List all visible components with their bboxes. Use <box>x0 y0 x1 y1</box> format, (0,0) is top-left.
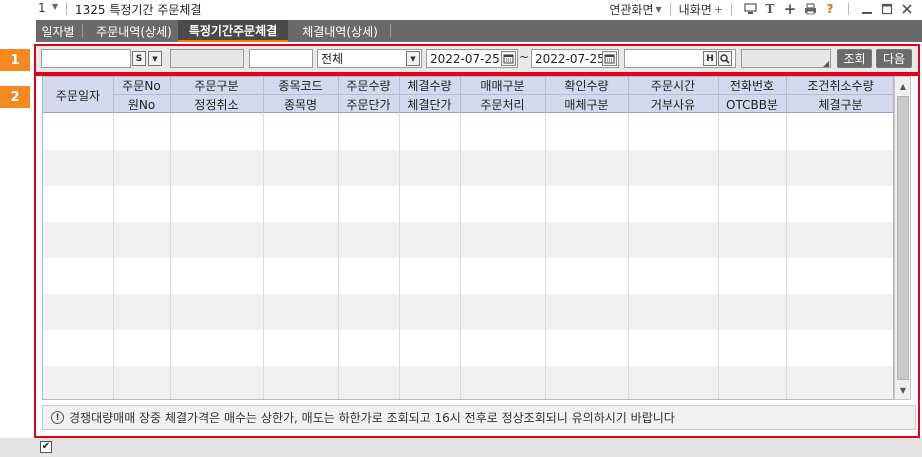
grid-line <box>263 113 264 399</box>
tab-divider <box>82 24 83 38</box>
col-media-type[interactable]: 매체구분 <box>545 95 628 113</box>
calendar-icon[interactable] <box>602 51 617 66</box>
query-button[interactable]: 조회 <box>837 49 872 68</box>
col-stock-code[interactable]: 종목코드 <box>263 77 338 94</box>
grid-line <box>170 113 171 399</box>
col-otcbb[interactable]: OTCBB분 <box>718 95 786 113</box>
status-bar <box>0 438 922 457</box>
window-number[interactable]: 1 <box>38 1 46 15</box>
tab-order-detail[interactable]: 주문내역(상세) <box>88 20 180 42</box>
col-trade-type[interactable]: 매매구분 <box>460 77 545 94</box>
my-screen-label: 내화면 <box>678 2 712 17</box>
toolbar-divider <box>731 3 732 15</box>
account-dropdown-button[interactable]: ▼ <box>148 51 162 66</box>
grid-line <box>338 113 339 399</box>
col-exec-type[interactable]: 체결구분 <box>786 95 893 113</box>
next-button[interactable]: 다음 <box>876 49 912 68</box>
tab-bar: 일자별 주문내역(상세) 특정기간주문체결 체결내역(상세) <box>36 20 922 42</box>
tab-period-order-execution[interactable]: 특정기간주문체결 <box>178 20 288 42</box>
related-screen-menu[interactable]: 연관화면 ▼ <box>609 1 661 18</box>
notice-bar: ! 경쟁대량매매 장중 체결가격은 매수는 상한가, 매도는 하한가로 조회되고… <box>42 405 916 430</box>
toolbar-divider <box>669 3 671 15</box>
col-order-no[interactable]: 주문No <box>113 77 170 94</box>
my-screen-menu[interactable]: 내화면 + <box>679 1 723 18</box>
grid-line <box>113 113 114 399</box>
col-order-price[interactable]: 주문단가 <box>338 95 399 113</box>
col-modify-cancel[interactable]: 정정취소 <box>170 95 263 113</box>
plus-icon[interactable]: + <box>783 0 797 18</box>
password-input[interactable] <box>249 49 313 68</box>
section-badge-1: 1 <box>0 49 30 71</box>
col-exec-qty[interactable]: 체결수량 <box>399 77 460 94</box>
monitor-icon[interactable] <box>743 2 757 16</box>
notice-text: 경쟁대량매매 장중 체결가격은 매수는 상한가, 매도는 하한가로 조회되고 1… <box>69 411 675 425</box>
grid-line <box>628 113 629 399</box>
col-confirm-qty[interactable]: 확인수량 <box>545 77 628 94</box>
scroll-thumb[interactable] <box>897 96 909 380</box>
order-type-dropdown-icon[interactable]: ▼ <box>406 51 420 66</box>
tab-divider <box>390 24 391 38</box>
plus-small-icon: + <box>713 2 723 16</box>
account-input[interactable] <box>41 49 131 68</box>
col-stock-name[interactable]: 종목명 <box>263 95 338 113</box>
date-range-separator: ~ <box>519 50 530 64</box>
scroll-up-icon[interactable]: ▲ <box>897 80 909 92</box>
help-icon[interactable]: ? <box>823 2 837 16</box>
chevron-down-icon: ▼ <box>655 4 662 14</box>
scroll-down-icon[interactable]: ▼ <box>897 384 909 396</box>
col-order-date[interactable]: 주문일자 <box>43 77 113 113</box>
order-grid[interactable]: 주문일자 주문No 원No 주문구분 정정취소 종목코드 종목명 주문수량 주문… <box>42 76 894 400</box>
close-icon[interactable] <box>900 2 914 16</box>
grid-line <box>786 113 787 399</box>
grid-line <box>460 113 461 399</box>
title-separator <box>66 2 67 15</box>
info-icon: ! <box>51 411 64 424</box>
grid-vertical-scrollbar[interactable]: ▲ ▼ <box>894 76 911 400</box>
search-icon[interactable] <box>718 51 732 66</box>
status-checkbox[interactable]: ✔ <box>40 441 52 453</box>
grid-line <box>545 113 546 399</box>
toolbar-divider <box>848 3 849 15</box>
col-order-process[interactable]: 주문처리 <box>460 95 545 113</box>
date-from-value: 2022-07-25 <box>430 51 500 66</box>
col-order-type[interactable]: 주문구분 <box>170 77 263 94</box>
order-type-value: 전체 <box>321 52 344 66</box>
section-badge-2: 2 <box>0 86 30 108</box>
stock-name-field <box>741 49 831 68</box>
text-icon[interactable]: T <box>763 2 777 16</box>
minimize-icon[interactable] <box>860 2 874 16</box>
tab-execution-detail[interactable]: 체결내역(상세) <box>292 20 388 42</box>
print-icon[interactable] <box>803 2 817 16</box>
col-cond-cancel-qty[interactable]: 조건취소수량 <box>786 77 893 94</box>
col-original-no[interactable]: 원No <box>113 95 170 113</box>
account-search-button[interactable]: S <box>132 51 146 66</box>
grid-line <box>718 113 719 399</box>
grid-line <box>399 113 400 399</box>
col-phone[interactable]: 전화번호 <box>718 77 786 94</box>
account-name-field <box>170 49 244 68</box>
related-screen-label: 연관화면 <box>609 2 654 17</box>
resize-grip-icon: ◢ <box>823 59 830 68</box>
col-order-time[interactable]: 주문시간 <box>628 77 718 94</box>
grid-header: 주문일자 주문No 원No 주문구분 정정취소 종목코드 종목명 주문수량 주문… <box>43 77 893 113</box>
calendar-icon[interactable] <box>501 51 516 66</box>
maximize-icon[interactable] <box>880 2 894 16</box>
date-to-value: 2022-07-25 <box>535 51 605 66</box>
window-number-dropdown-icon[interactable]: ▼ <box>52 2 58 11</box>
stock-code-search-button[interactable]: H <box>703 51 717 66</box>
window-title: 1325 특정기간 주문체결 <box>75 3 202 17</box>
tab-daily[interactable]: 일자별 <box>36 20 80 42</box>
title-bar-tools: 연관화면 ▼ 내화면 + T + ? <box>609 0 922 18</box>
col-order-qty[interactable]: 주문수량 <box>338 77 399 94</box>
col-exec-price[interactable]: 체결단가 <box>399 95 460 113</box>
title-bar: 1 ▼ 1325 특정기간 주문체결 연관화면 ▼ 내화면 + T + ? <box>0 0 922 18</box>
col-reject-reason[interactable]: 거부사유 <box>628 95 718 113</box>
